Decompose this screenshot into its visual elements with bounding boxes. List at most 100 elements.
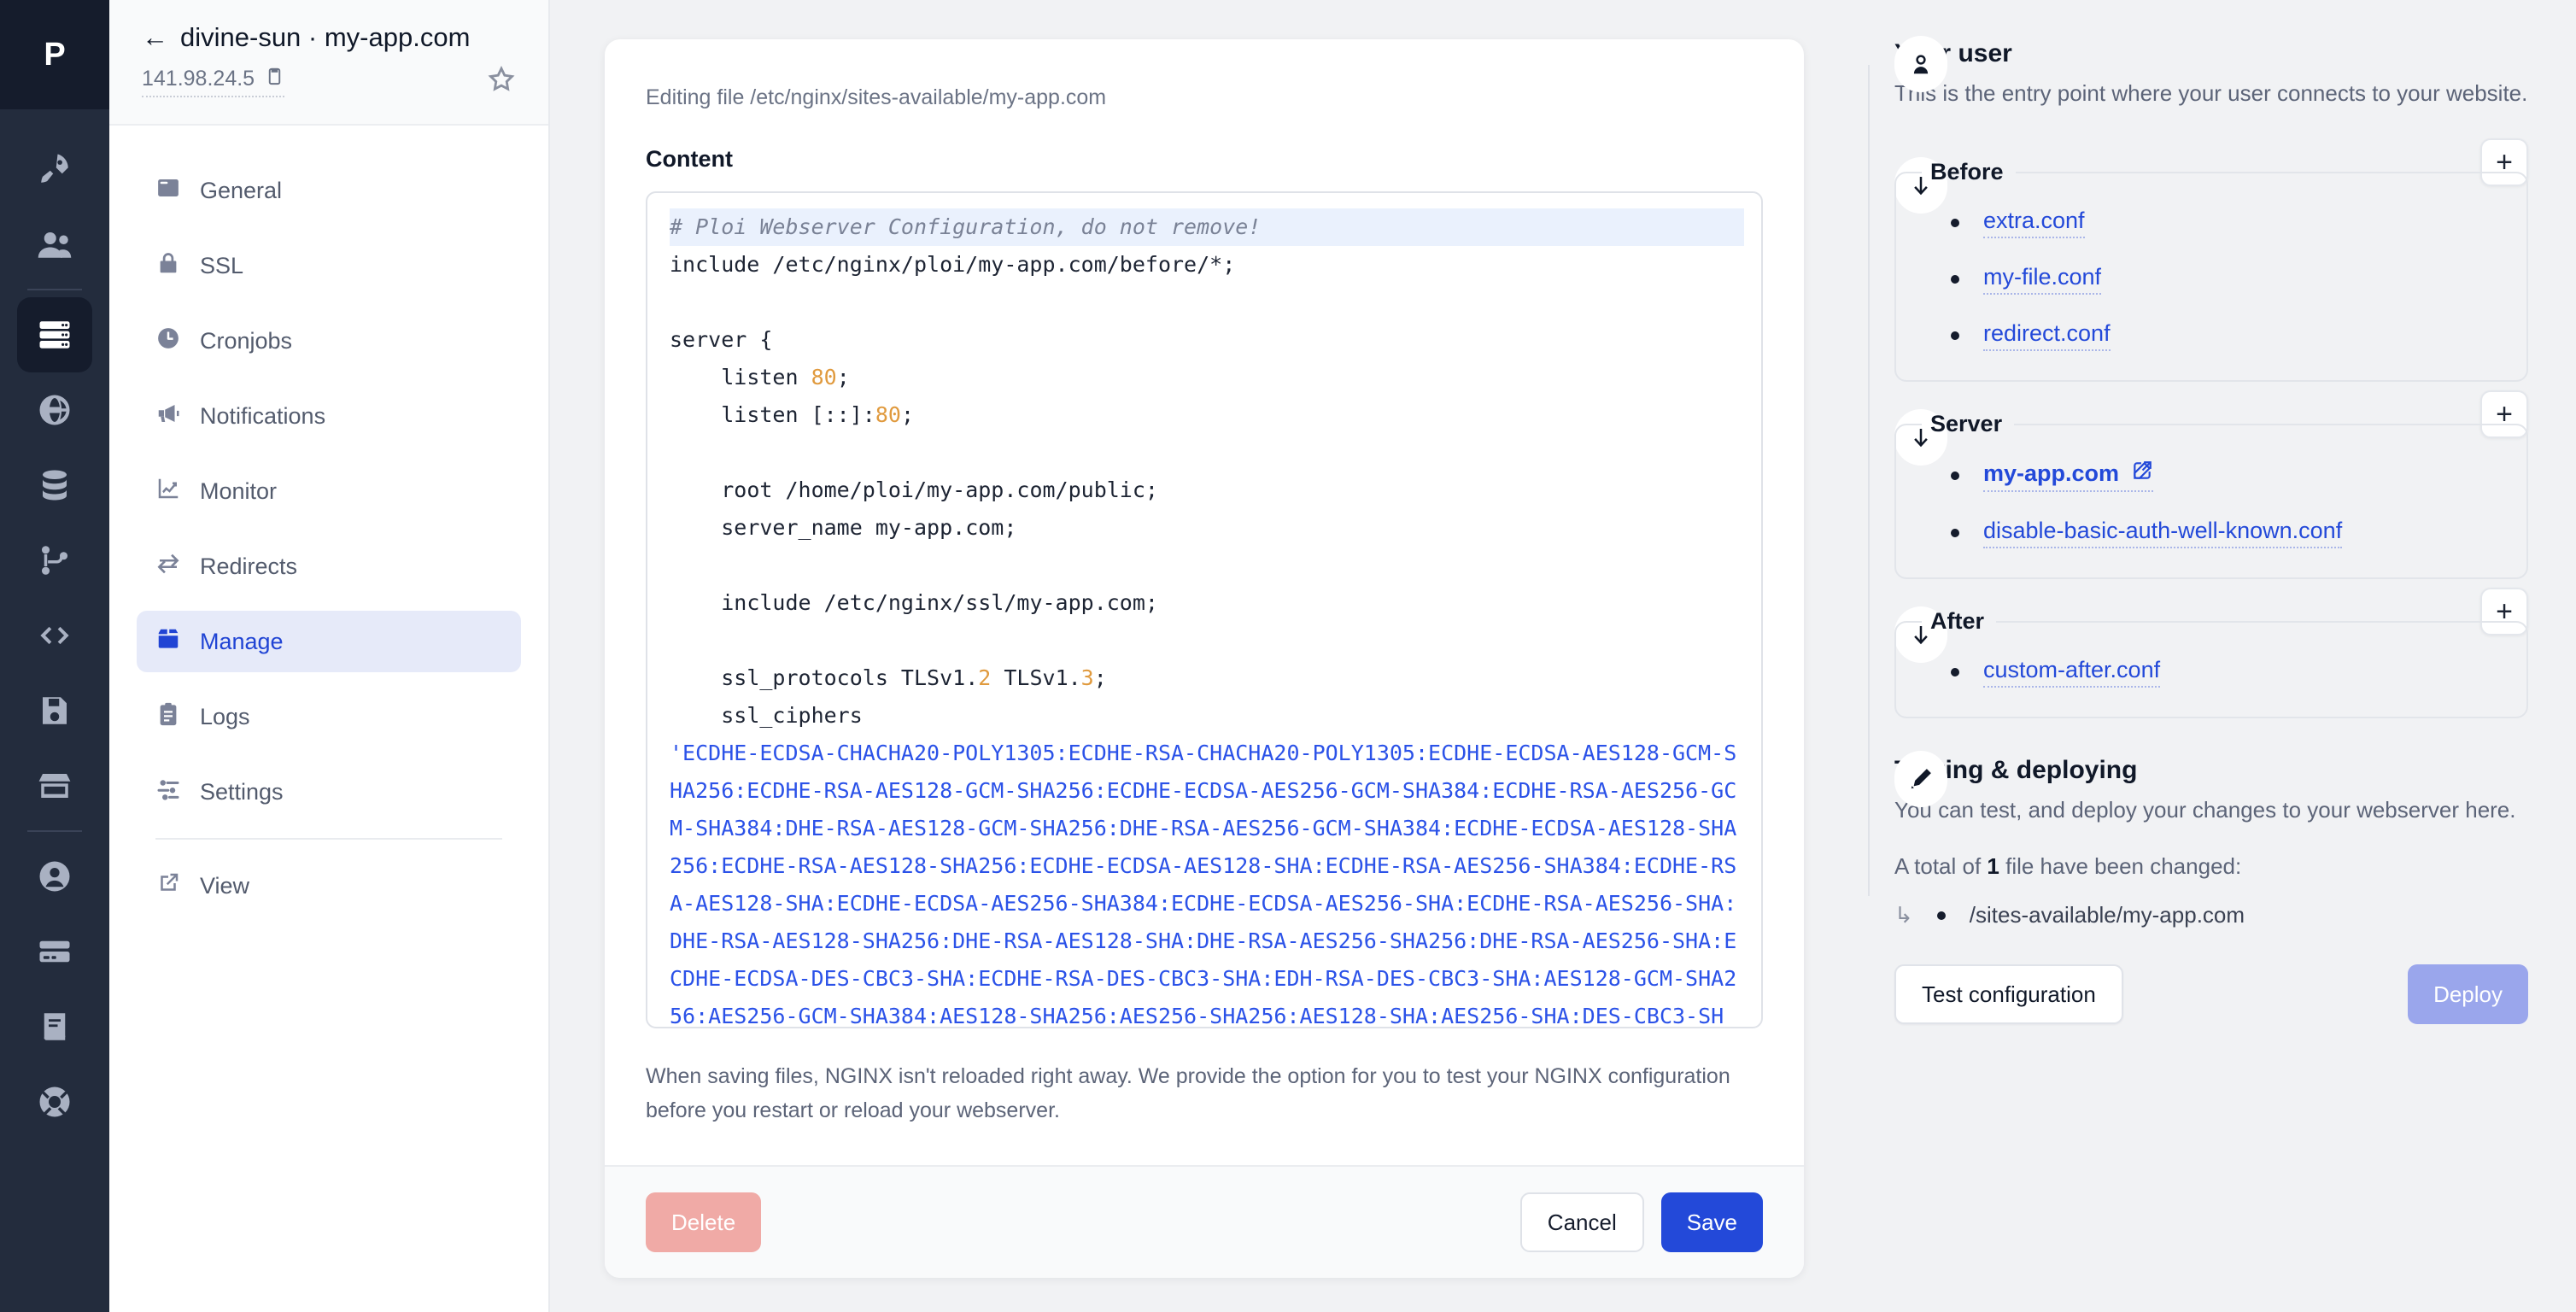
sidebar-item-label: View — [200, 872, 250, 899]
sidebar-item-label: Cronjobs — [200, 327, 293, 354]
list-item[interactable]: custom-after.conf — [1951, 657, 2501, 688]
bullet-icon — [1951, 331, 1959, 340]
sidebar-item-cronjobs[interactable]: Cronjobs — [137, 310, 521, 372]
corner-arrow-icon: ↳ — [1894, 902, 1913, 928]
sidebar-item-monitor[interactable]: Monitor — [137, 460, 521, 522]
cancel-button[interactable]: Cancel — [1519, 1192, 1644, 1252]
file-link[interactable]: my-file.conf — [1983, 264, 2102, 295]
list-item[interactable]: extra.conf — [1951, 208, 2501, 238]
card-icon[interactable] — [17, 914, 92, 989]
changed-prefix: A total of — [1894, 853, 1988, 879]
sidebar-item-label: Redirects — [200, 553, 298, 579]
testing-deploying-block: Testing & deploying You can test, and de… — [1894, 751, 2528, 1024]
sidebar-item-manage[interactable]: Manage — [137, 611, 521, 672]
gear-icon — [155, 776, 181, 808]
changed-count: 1 — [1987, 853, 1999, 879]
book-icon[interactable] — [17, 989, 92, 1064]
site-name: divine-sun · my-app.com — [180, 22, 471, 52]
user-circle-icon[interactable] — [17, 839, 92, 914]
save-icon[interactable] — [17, 673, 92, 748]
rocket-icon[interactable] — [17, 132, 92, 207]
sidebar-header: ← divine-sun · my-app.com 141.98.24.5 — [109, 0, 548, 126]
server-legend: Server — [1930, 411, 2003, 436]
list-item[interactable]: my-file.conf — [1951, 264, 2501, 295]
sidebar-item-redirects[interactable]: Redirects — [137, 536, 521, 597]
list-item[interactable]: redirect.conf — [1951, 320, 2501, 351]
after-file-list: custom-after.conf — [1922, 648, 2501, 688]
before-fieldset: Before extra.conf my-file.conf redirect.… — [1894, 159, 2528, 382]
code-content[interactable]: # Ploi Webserver Configuration, do not r… — [670, 208, 1744, 1027]
sidebar-item-ssl[interactable]: SSL — [137, 235, 521, 296]
save-note: When saving files, NGINX isn't reloaded … — [646, 1064, 1730, 1122]
site-sidebar: ← divine-sun · my-app.com 141.98.24.5 Ge… — [109, 0, 550, 1312]
sidebar-item-label: Manage — [200, 628, 284, 654]
sidebar-item-view[interactable]: View — [137, 855, 521, 917]
bullet-icon — [1951, 219, 1959, 227]
save-button[interactable]: Save — [1660, 1192, 1763, 1252]
sidebar-nav: General SSL Cronjobs Notifications Monit… — [109, 126, 548, 930]
users-icon[interactable] — [17, 207, 92, 282]
swap-icon — [155, 551, 181, 583]
changed-suffix: file have been changed: — [1999, 853, 2242, 879]
sidebar-divider — [155, 838, 502, 840]
lifebuoy-icon[interactable] — [17, 1064, 92, 1139]
your-user-block: Your user This is the entry point where … — [1894, 36, 2528, 111]
sidebar-item-label: General — [200, 177, 283, 203]
after-fieldset: After custom-after.conf — [1894, 608, 2528, 718]
group-after: + After custom-after.conf — [1894, 588, 2528, 718]
footer-actions: Cancel Save — [1519, 1192, 1763, 1252]
app-logo[interactable]: P — [0, 0, 109, 109]
editor-card-body: Editing file /etc/nginx/sites-available/… — [605, 39, 1804, 1028]
file-link[interactable]: redirect.conf — [1983, 320, 2111, 351]
sidebar-item-general[interactable]: General — [137, 160, 521, 221]
file-link[interactable]: disable-basic-auth-well-known.conf — [1983, 518, 2343, 548]
server-icon[interactable] — [17, 297, 92, 372]
sidebar-item-label: SSL — [200, 252, 244, 278]
file-link-active[interactable]: my-app.com — [1983, 460, 2154, 492]
database-icon[interactable] — [17, 448, 92, 523]
editor-card: Editing file /etc/nginx/sites-available/… — [605, 39, 1804, 1278]
box-icon — [155, 626, 181, 658]
sidebar-item-logs[interactable]: Logs — [137, 686, 521, 747]
icon-rail: P — [0, 0, 109, 1312]
file-link[interactable]: custom-after.conf — [1983, 657, 2161, 688]
sidebar-item-label: Logs — [200, 703, 250, 729]
sidebar-item-notifications[interactable]: Notifications — [137, 385, 521, 447]
bullet-icon — [1951, 472, 1959, 480]
store-icon[interactable] — [17, 748, 92, 823]
browser-icon — [155, 175, 181, 207]
back-arrow-icon[interactable]: ← — [142, 22, 168, 53]
test-configuration-button[interactable]: Test configuration — [1894, 964, 2123, 1024]
favorite-star-icon[interactable] — [487, 65, 516, 98]
git-icon[interactable] — [17, 523, 92, 598]
rail-divider — [27, 289, 82, 290]
clock-icon — [155, 325, 181, 357]
changed-files-summary: A total of 1 file have been changed: — [1894, 853, 2528, 880]
deploy-actions: Test configuration Deploy — [1894, 964, 2528, 1024]
megaphone-icon — [155, 401, 181, 432]
sidebar-item-label: Settings — [200, 778, 284, 805]
code-editor[interactable]: # Ploi Webserver Configuration, do not r… — [646, 191, 1763, 1028]
list-item[interactable]: disable-basic-auth-well-known.conf — [1951, 518, 2501, 548]
code-icon[interactable] — [17, 598, 92, 673]
pen-icon — [1894, 751, 1947, 807]
sidebar-item-settings[interactable]: Settings — [137, 761, 521, 823]
content-label: Content — [646, 146, 733, 172]
clipboard-icon — [155, 701, 181, 733]
editing-file-path: Editing file /etc/nginx/sites-available/… — [646, 85, 1107, 109]
globe-icon[interactable] — [17, 372, 92, 448]
after-legend: After — [1930, 608, 1985, 634]
copy-icon[interactable] — [265, 67, 284, 92]
server-fieldset: Server my-app.com disable-basic-auth-wel… — [1894, 411, 2528, 579]
chart-icon — [155, 476, 181, 507]
server-ip[interactable]: 141.98.24.5 — [142, 67, 285, 97]
list-item[interactable]: my-app.com — [1951, 460, 2501, 492]
bullet-icon — [1951, 529, 1959, 537]
edit-icon[interactable] — [2131, 460, 2153, 488]
rail-items — [0, 109, 109, 1139]
file-link[interactable]: extra.conf — [1983, 208, 2085, 238]
deploy-button[interactable]: Deploy — [2408, 964, 2528, 1024]
before-file-list: extra.conf my-file.conf redirect.conf — [1922, 199, 2501, 351]
delete-button[interactable]: Delete — [646, 1192, 762, 1252]
sidebar-item-label: Notifications — [200, 402, 326, 429]
